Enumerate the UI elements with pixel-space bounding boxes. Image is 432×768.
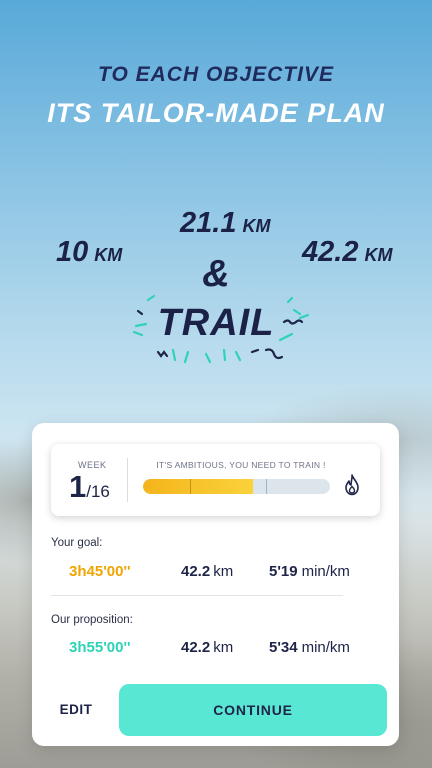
goal-km-unit: km <box>213 563 234 580</box>
proposition-time: 3h55'00'' <box>69 639 131 656</box>
goal-km-value: 42.2 <box>181 563 211 580</box>
ambition-message: IT'S AMBITIOUS, YOU NEED TO TRAIN ! <box>156 460 326 470</box>
progress-marker <box>266 479 268 494</box>
proposition-pace-unit: min/km <box>301 639 350 656</box>
goal-pace: 5'19 min/km <box>269 563 350 580</box>
week-counter: 1/16 <box>69 469 110 505</box>
ampersand: & <box>202 253 230 295</box>
proposition-km-value: 42.2 <box>181 639 211 656</box>
proposition-pace: 5'34 min/km <box>269 639 350 656</box>
goal-distance: 42.2 km <box>181 563 233 580</box>
goal-time: 3h45'00'' <box>69 563 131 580</box>
proposition-distance: 42.2 km <box>181 639 233 656</box>
goal-pace-value: 5'19 <box>269 563 298 580</box>
distance-unit: KM <box>242 216 271 236</box>
proposition-row: 3h55'00'' 42.2 km 5'34 min/km <box>32 639 399 661</box>
plan-card: WEEK 1/16 IT'S AMBITIOUS, YOU NEED TO TR… <box>32 423 399 746</box>
divider <box>127 458 128 502</box>
week-total: /16 <box>86 482 110 501</box>
proposition-label: Our proposition: <box>51 614 133 626</box>
proposition-km-unit: km <box>213 639 234 656</box>
goal-row: 3h45'00'' 42.2 km 5'19 min/km <box>32 563 399 585</box>
distance-value: 21.1 <box>180 207 237 239</box>
week-progress-panel: WEEK 1/16 IT'S AMBITIOUS, YOU NEED TO TR… <box>51 444 380 516</box>
divider <box>51 595 343 596</box>
goal-label: Your goal: <box>51 537 103 549</box>
week-current: 1 <box>69 469 87 504</box>
progress-fill <box>143 479 254 494</box>
continue-button[interactable]: CONTINUE <box>119 684 387 736</box>
trail-title: TRAIL <box>157 302 275 344</box>
distance-half-marathon: 21.1 KM <box>180 207 270 240</box>
flame-icon <box>345 474 359 496</box>
headline-line-2: ITS TAILOR-MADE PLAN <box>47 98 385 128</box>
proposition-pace-value: 5'34 <box>269 639 298 656</box>
headline-line-1: TO EACH OBJECTIVE <box>98 63 334 86</box>
goal-pace-unit: min/km <box>301 563 350 580</box>
edit-button[interactable]: EDIT <box>51 693 101 725</box>
progress-marker <box>189 479 191 494</box>
intensity-progress-bar <box>143 479 330 494</box>
